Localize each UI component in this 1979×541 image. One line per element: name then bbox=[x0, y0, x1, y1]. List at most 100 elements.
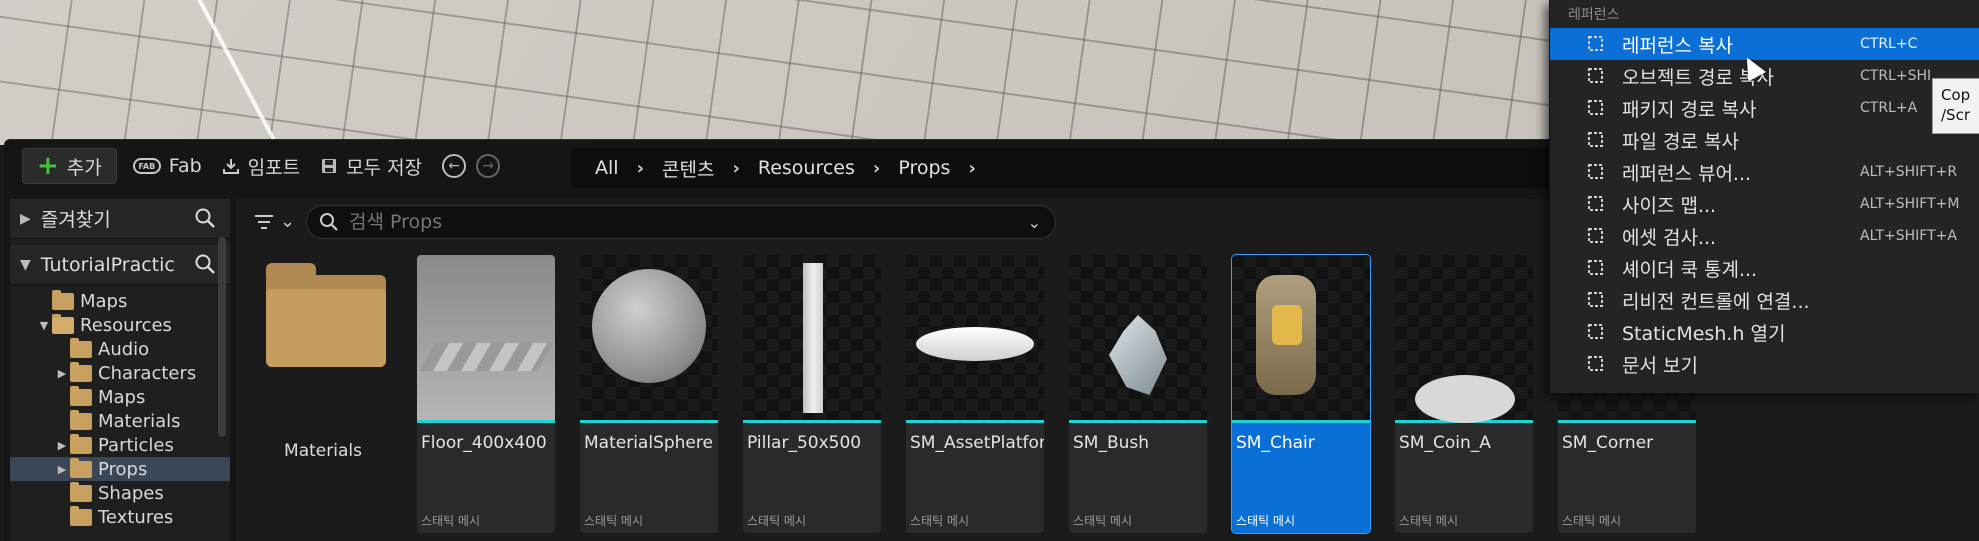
breadcrumb-item-all[interactable]: All bbox=[595, 157, 619, 179]
asset-tile[interactable]: SM_Bush 스태틱 메시 bbox=[1069, 255, 1207, 533]
caret-right-icon[interactable]: ▶ bbox=[20, 211, 31, 227]
menu-item[interactable]: 파일 경로 복사 bbox=[1550, 124, 1979, 156]
search-icon[interactable] bbox=[194, 207, 216, 229]
search-icon[interactable] bbox=[194, 253, 216, 275]
tree-item[interactable]: ▶ Particles bbox=[10, 433, 230, 457]
menu-item-label: 문서 보기 bbox=[1622, 354, 1698, 377]
menu-item[interactable]: 사이즈 맵... ALT+SHIFT+M bbox=[1550, 188, 1979, 220]
folder-tile[interactable]: Materials bbox=[254, 255, 392, 533]
tree-item[interactable]: Shapes bbox=[10, 481, 230, 505]
tree-item[interactable]: Maps bbox=[10, 289, 230, 313]
caret-right-icon[interactable]: ▶ bbox=[54, 367, 70, 380]
add-button[interactable]: + 추가 bbox=[22, 148, 117, 184]
tree-item-label: Resources bbox=[80, 314, 172, 336]
asset-type: 스태틱 메시 bbox=[421, 514, 481, 528]
asset-thumbnail bbox=[417, 255, 555, 423]
folder-icon bbox=[70, 505, 92, 526]
tree-item[interactable]: Textures bbox=[10, 505, 230, 529]
menu-item[interactable]: 오브젝트 경로 복사 CTRL+SHI bbox=[1550, 60, 1979, 92]
menu-item[interactable]: 레퍼런스 복사 CTRL+C bbox=[1550, 28, 1979, 60]
import-button-label: 임포트 bbox=[247, 156, 301, 179]
favorites-header[interactable]: ▶ 즐겨찾기 bbox=[10, 199, 230, 239]
caret-down-icon[interactable]: ▼ bbox=[20, 257, 31, 273]
add-button-label: 추가 bbox=[66, 156, 102, 179]
asset-name: SM_Corner bbox=[1562, 433, 1654, 453]
folder-icon bbox=[70, 409, 92, 430]
project-header[interactable]: ▼ TutorialPractic bbox=[10, 245, 230, 285]
folder-icon bbox=[70, 361, 92, 382]
caret-right-icon[interactable]: ▶ bbox=[54, 439, 70, 452]
asset-type: 스태틱 메시 bbox=[747, 514, 807, 528]
tree-item[interactable]: Audio bbox=[10, 337, 230, 361]
chevron-right-icon[interactable]: › bbox=[873, 158, 880, 179]
menu-item-label: 레퍼런스 복사 bbox=[1622, 34, 1733, 57]
cpp-file-icon bbox=[1586, 322, 1606, 342]
asset-type: 스태틱 메시 bbox=[584, 514, 644, 528]
tree-item[interactable]: Maps bbox=[10, 385, 230, 409]
menu-item[interactable]: 리비전 컨트롤에 연결... bbox=[1550, 284, 1979, 316]
import-button[interactable]: 임포트 bbox=[212, 148, 310, 184]
caret-right-icon[interactable]: ▶ bbox=[54, 463, 70, 476]
menu-item-shortcut: ALT+SHIFT+A bbox=[1860, 228, 1957, 244]
copy-file-path-icon bbox=[1586, 130, 1606, 150]
asset-name: SM_AssetPlatform bbox=[910, 433, 1044, 453]
asset-name: MaterialSphere bbox=[584, 433, 713, 453]
tree-item[interactable]: Materials bbox=[10, 409, 230, 433]
asset-name: Pillar_50x500 bbox=[747, 433, 862, 453]
asset-name: SM_Bush bbox=[1073, 433, 1150, 453]
asset-name: SM_Coin_A bbox=[1399, 433, 1491, 453]
tree-item-label: Textures bbox=[98, 506, 174, 528]
asset-tile[interactable]: SM_Coin_A 스태틱 메시 bbox=[1395, 255, 1533, 533]
asset-tile[interactable]: SM_AssetPlatform 스태틱 메시 bbox=[906, 255, 1044, 533]
asset-name: SM_Chair bbox=[1236, 433, 1315, 453]
menu-item[interactable]: 문서 보기 bbox=[1550, 348, 1979, 380]
tree-item[interactable]: ▶ Props bbox=[10, 457, 230, 481]
menu-item-label: 패키지 경로 복사 bbox=[1622, 98, 1757, 121]
tooltip: Cop /Scr bbox=[1932, 78, 1979, 134]
tree-item-label: Maps bbox=[98, 386, 146, 408]
tree-item-label: Characters bbox=[98, 362, 197, 384]
back-arrow-icon[interactable]: ← bbox=[442, 154, 467, 178]
menu-item-label: 셰이더 쿡 통계... bbox=[1622, 258, 1758, 281]
asset-name: Floor_400x400 bbox=[421, 433, 547, 453]
size-map-icon bbox=[1586, 194, 1606, 214]
asset-tile[interactable]: SM_Chair 스태틱 메시 bbox=[1231, 254, 1371, 534]
tree-item[interactable]: ▶ Characters bbox=[10, 361, 230, 385]
menu-item-shortcut: ALT+SHIFT+M bbox=[1860, 196, 1960, 212]
chevron-right-icon[interactable]: › bbox=[637, 158, 644, 179]
asset-thumbnail bbox=[580, 255, 718, 423]
forward-arrow-icon[interactable]: → bbox=[476, 154, 501, 178]
breadcrumb-item-content[interactable]: 콘텐츠 bbox=[662, 155, 714, 182]
fab-button[interactable]: FAB Fab bbox=[123, 148, 212, 184]
folder-tree-scrollbar[interactable] bbox=[218, 237, 226, 437]
menu-item-shortcut: ALT+SHIFT+R bbox=[1860, 164, 1958, 180]
asset-tile[interactable]: MaterialSphere 스태틱 메시 bbox=[580, 255, 718, 533]
menu-item[interactable]: 셰이더 쿡 통계... bbox=[1550, 252, 1979, 284]
filter-button[interactable]: ⌄ bbox=[254, 211, 295, 232]
chevron-down-icon[interactable]: ⌄ bbox=[1028, 213, 1041, 232]
menu-item-label: 에셋 검사... bbox=[1622, 226, 1717, 249]
asset-thumbnail bbox=[906, 255, 1044, 423]
save-all-button[interactable]: 모두 저장 bbox=[310, 148, 432, 184]
menu-item[interactable]: 에셋 검사... ALT+SHIFT+A bbox=[1550, 220, 1979, 252]
search-input[interactable] bbox=[349, 211, 1028, 233]
asset-tile[interactable]: Pillar_50x500 스태틱 메시 bbox=[743, 255, 881, 533]
menu-item[interactable]: 레퍼런스 뷰어... ALT+SHIFT+R bbox=[1550, 156, 1979, 188]
chevron-down-icon: ⌄ bbox=[280, 211, 296, 232]
chevron-right-icon[interactable]: › bbox=[732, 158, 739, 179]
tree-item-label: Particles bbox=[98, 434, 174, 456]
asset-thumbnail bbox=[743, 255, 881, 423]
menu-item[interactable]: StaticMesh.h 열기 bbox=[1550, 316, 1979, 348]
asset-tile[interactable]: Floor_400x400 스태틱 메시 bbox=[417, 255, 555, 533]
menu-item[interactable]: 패키지 경로 복사 CTRL+A bbox=[1550, 92, 1979, 124]
search-bar[interactable]: ⌄ bbox=[306, 205, 1056, 239]
breadcrumb-item-resources[interactable]: Resources bbox=[758, 157, 855, 179]
asset-type: 스태틱 메시 bbox=[910, 514, 970, 528]
tree-item[interactable]: ▼ Resources bbox=[10, 313, 230, 337]
breadcrumb-item-props[interactable]: Props bbox=[898, 157, 950, 179]
folder-icon bbox=[266, 263, 386, 367]
menu-item-label: 사이즈 맵... bbox=[1622, 194, 1717, 217]
tree-item-label: Maps bbox=[80, 290, 128, 312]
caret-down-icon[interactable]: ▼ bbox=[36, 319, 52, 332]
chevron-right-icon[interactable]: › bbox=[968, 158, 975, 179]
